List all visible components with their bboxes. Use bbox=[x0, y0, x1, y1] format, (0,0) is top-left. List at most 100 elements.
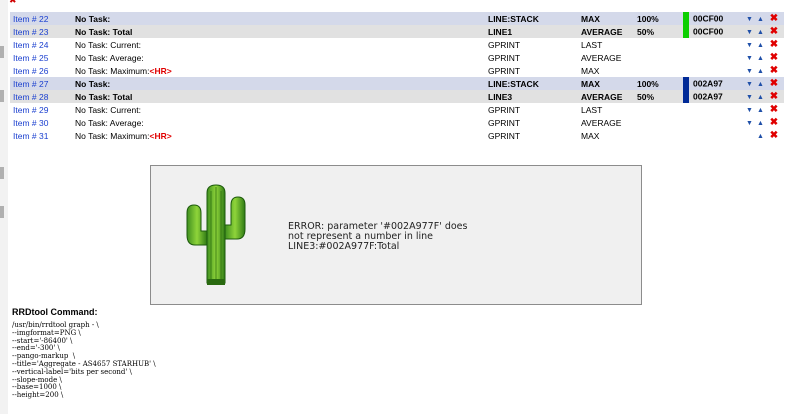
table-row: Item # 23 No Task: Total LINE1 AVERAGE 50% 00… bbox=[10, 25, 784, 38]
move-up-icon[interactable]: ▲ bbox=[755, 81, 766, 88]
move-up-icon[interactable]: ▲ bbox=[755, 120, 766, 127]
table-row: Item # 31 No Task: Maximum:<HR> GPRINT MAX ▲… bbox=[10, 129, 784, 142]
task-label: No Task: Maximum: bbox=[75, 130, 150, 141]
item-link-cell[interactable]: Item # 24 bbox=[10, 38, 72, 51]
item-link[interactable]: Item # 28 bbox=[13, 92, 48, 102]
move-up-icon[interactable]: ▲ bbox=[755, 55, 766, 62]
actions-cell: ▼ ▲ ✖ bbox=[741, 25, 784, 38]
color-cell: 00CF00 bbox=[683, 12, 741, 25]
item-link-cell[interactable]: Item # 25 bbox=[10, 51, 72, 64]
move-down-icon[interactable]: ▼ bbox=[744, 107, 755, 114]
color-cell bbox=[683, 64, 741, 77]
color-cell bbox=[683, 116, 741, 129]
left-gutter bbox=[0, 0, 8, 414]
consolidation-cell: MAX bbox=[578, 12, 634, 25]
table-row: Item # 24 No Task: Current: GPRINT LAST ▼ ▲ ✖ bbox=[10, 38, 784, 51]
move-down-icon[interactable]: ▼ bbox=[744, 16, 755, 23]
graph-type-cell: LINE:STACK bbox=[485, 77, 578, 90]
move-down-icon[interactable]: ▼ bbox=[744, 94, 755, 101]
percent-cell: 100% bbox=[634, 12, 683, 25]
percent-cell bbox=[634, 64, 683, 77]
color-code: 002A97 bbox=[693, 91, 723, 102]
item-link[interactable]: Item # 30 bbox=[13, 118, 48, 128]
item-link[interactable]: Item # 26 bbox=[13, 66, 48, 76]
task-label: No Task: Current: bbox=[75, 104, 141, 115]
percent-cell bbox=[634, 51, 683, 64]
actions-cell: ▼ ▲ ✖ bbox=[741, 77, 784, 90]
item-link-cell[interactable]: Item # 30 bbox=[10, 116, 72, 129]
delete-icon[interactable]: ✖ bbox=[769, 65, 779, 76]
hr-tag: <HR> bbox=[149, 65, 172, 76]
graph-type-cell: GPRINT bbox=[485, 38, 578, 51]
move-up-icon[interactable]: ▲ bbox=[755, 29, 766, 36]
actions-cell: ▲ ✖ bbox=[741, 129, 784, 142]
table-row: Item # 25 No Task: Average: GPRINT AVERAGE ▼… bbox=[10, 51, 784, 64]
task-label: No Task: Average: bbox=[75, 117, 144, 128]
table-row: Item # 28 No Task: Total LINE3 AVERAGE 50% 00… bbox=[10, 90, 784, 103]
actions-cell: ▼ ▲ ✖ bbox=[741, 116, 784, 129]
item-link[interactable]: Item # 27 bbox=[13, 79, 48, 89]
percent-cell: 50% bbox=[634, 90, 683, 103]
delete-icon[interactable]: ✖ bbox=[769, 117, 779, 128]
move-down-icon[interactable]: ▼ bbox=[744, 55, 755, 62]
gutter-marker bbox=[0, 90, 4, 102]
item-link-cell[interactable]: Item # 31 bbox=[10, 129, 72, 142]
data-source-cell: No Task: Maximum:<HR> bbox=[72, 64, 485, 77]
move-up-icon[interactable]: ▲ bbox=[755, 16, 766, 23]
item-link-cell[interactable]: Item # 22 bbox=[10, 12, 72, 25]
color-cell bbox=[683, 103, 741, 116]
item-link[interactable]: Item # 31 bbox=[13, 131, 48, 141]
item-link[interactable]: Item # 22 bbox=[13, 14, 48, 24]
delete-icon[interactable]: ✖ bbox=[769, 78, 779, 89]
table-row: Item # 30 No Task: Average: GPRINT AVERAGE ▼… bbox=[10, 116, 784, 129]
consolidation-cell: MAX bbox=[578, 129, 634, 142]
item-link[interactable]: Item # 29 bbox=[13, 105, 48, 115]
header-icon: ✖ bbox=[9, 0, 17, 5]
delete-icon[interactable]: ✖ bbox=[769, 13, 779, 24]
percent-cell: 50% bbox=[634, 25, 683, 38]
actions-cell: ▼ ▲ ✖ bbox=[741, 12, 784, 25]
task-label: No Task: Total bbox=[75, 26, 133, 37]
move-up-icon[interactable]: ▲ bbox=[755, 42, 766, 49]
move-down-icon[interactable]: ▼ bbox=[744, 120, 755, 127]
item-link[interactable]: Item # 24 bbox=[13, 40, 48, 50]
item-link[interactable]: Item # 25 bbox=[13, 53, 48, 63]
move-down-icon[interactable]: ▼ bbox=[744, 68, 755, 75]
consolidation-cell: AVERAGE bbox=[578, 51, 634, 64]
delete-icon[interactable]: ✖ bbox=[769, 104, 779, 115]
table-row: Item # 29 No Task: Current: GPRINT LAST ▼ ▲ ✖ bbox=[10, 103, 784, 116]
data-source-cell: No Task: bbox=[72, 12, 485, 25]
item-link-cell[interactable]: Item # 27 bbox=[10, 77, 72, 90]
task-label: No Task: Current: bbox=[75, 39, 141, 50]
percent-cell bbox=[634, 129, 683, 142]
delete-icon[interactable]: ✖ bbox=[769, 39, 779, 50]
delete-icon[interactable]: ✖ bbox=[769, 130, 779, 141]
color-swatch bbox=[683, 25, 689, 38]
table-row: Item # 27 No Task: LINE:STACK MAX 100% 002A97… bbox=[10, 77, 784, 90]
item-link[interactable]: Item # 23 bbox=[13, 27, 48, 37]
item-link-cell[interactable]: Item # 26 bbox=[10, 64, 72, 77]
move-up-icon[interactable]: ▲ bbox=[755, 94, 766, 101]
delete-icon[interactable]: ✖ bbox=[769, 91, 779, 102]
delete-icon[interactable]: ✖ bbox=[769, 26, 779, 37]
move-up-icon[interactable]: ▲ bbox=[755, 133, 766, 140]
delete-icon[interactable]: ✖ bbox=[769, 52, 779, 63]
move-down-icon[interactable]: ▼ bbox=[744, 42, 755, 49]
graph-type-cell: GPRINT bbox=[485, 116, 578, 129]
actions-cell: ▼ ▲ ✖ bbox=[741, 90, 784, 103]
move-up-icon[interactable]: ▲ bbox=[755, 107, 766, 114]
color-cell bbox=[683, 51, 741, 64]
item-link-cell[interactable]: Item # 28 bbox=[10, 90, 72, 103]
move-down-icon[interactable]: ▼ bbox=[744, 81, 755, 88]
color-cell: 00CF00 bbox=[683, 25, 741, 38]
graph-type-cell: LINE:STACK bbox=[485, 12, 578, 25]
move-down-icon[interactable]: ▼ bbox=[744, 29, 755, 36]
color-swatch bbox=[683, 12, 689, 25]
data-source-cell: No Task: Total bbox=[72, 90, 485, 103]
command-line: --height=200 \ bbox=[12, 391, 64, 400]
item-link-cell[interactable]: Item # 29 bbox=[10, 103, 72, 116]
item-link-cell[interactable]: Item # 23 bbox=[10, 25, 72, 38]
move-up-icon[interactable]: ▲ bbox=[755, 68, 766, 75]
color-cell bbox=[683, 38, 741, 51]
consolidation-cell: AVERAGE bbox=[578, 90, 634, 103]
